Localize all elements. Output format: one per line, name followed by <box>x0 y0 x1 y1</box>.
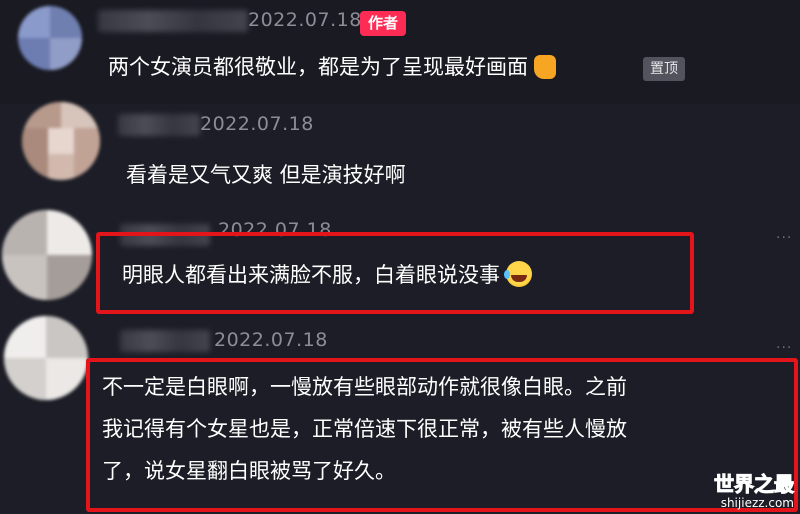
comment-text: 明眼人都看出来满脸不服，白着眼说没事 <box>122 254 532 296</box>
comment-date: 2022.07.18 <box>248 9 362 31</box>
username-redacted[interactable] <box>98 10 248 32</box>
avatar[interactable] <box>22 102 100 180</box>
comment-text: 看着是又气又爽 但是演技好啊 <box>126 163 406 187</box>
watermark-title: 世界之最 <box>714 472 795 497</box>
comment-item-2: 2022.07.18 看着是又气又爽 但是演技好啊 <box>0 102 800 204</box>
comment-text-body: 明眼人都看出来满脸不服，白着眼说没事 <box>122 263 500 287</box>
more-options-icon[interactable]: ··· <box>776 230 792 246</box>
comment-text: 两个女演员都很敬业，都是为了呈现最好画面 <box>108 46 556 88</box>
comment-item-3: 2022.07.18 ··· 明眼人都看出来满脸不服，白着眼说没事 <box>0 204 800 314</box>
watermark: 世界之最 shijiezz.com <box>714 472 795 511</box>
avatar[interactable] <box>2 210 92 300</box>
comment-date: 2022.07.18 <box>214 329 328 351</box>
thumbs-up-icon <box>534 55 556 79</box>
comment-text-line-3: 了，说女星翻白眼被骂了好久。 <box>102 459 396 483</box>
comment-date: 2022.07.18 <box>200 113 314 135</box>
pinned-badge: 置顶 <box>643 57 685 81</box>
avatar[interactable] <box>4 316 88 400</box>
comment-text-line-1: 不一定是白眼啊，一慢放有些眼部动作就很像白眼。之前 <box>102 375 627 399</box>
more-options-icon[interactable]: ··· <box>776 340 792 356</box>
laughing-crying-icon <box>504 261 532 287</box>
comment-text-body: 两个女演员都很敬业，都是为了呈现最好画面 <box>108 55 528 79</box>
author-badge: 作者 <box>360 11 407 36</box>
username-redacted[interactable] <box>120 330 210 352</box>
comment-item-4: 2022.07.18 ··· 不一定是白眼啊，一慢放有些眼部动作就很像白眼。之前… <box>0 314 800 514</box>
username-redacted[interactable] <box>118 114 200 136</box>
comment-text-line-2: 我记得有个女星也是，正常倍速下很正常，被有些人慢放 <box>102 417 627 441</box>
avatar[interactable] <box>18 6 82 70</box>
watermark-url: shijiezz.com <box>720 496 794 510</box>
comment-item-1: 2022.07.18 作者 两个女演员都很敬业，都是为了呈现最好画面 置顶 <box>0 0 800 104</box>
